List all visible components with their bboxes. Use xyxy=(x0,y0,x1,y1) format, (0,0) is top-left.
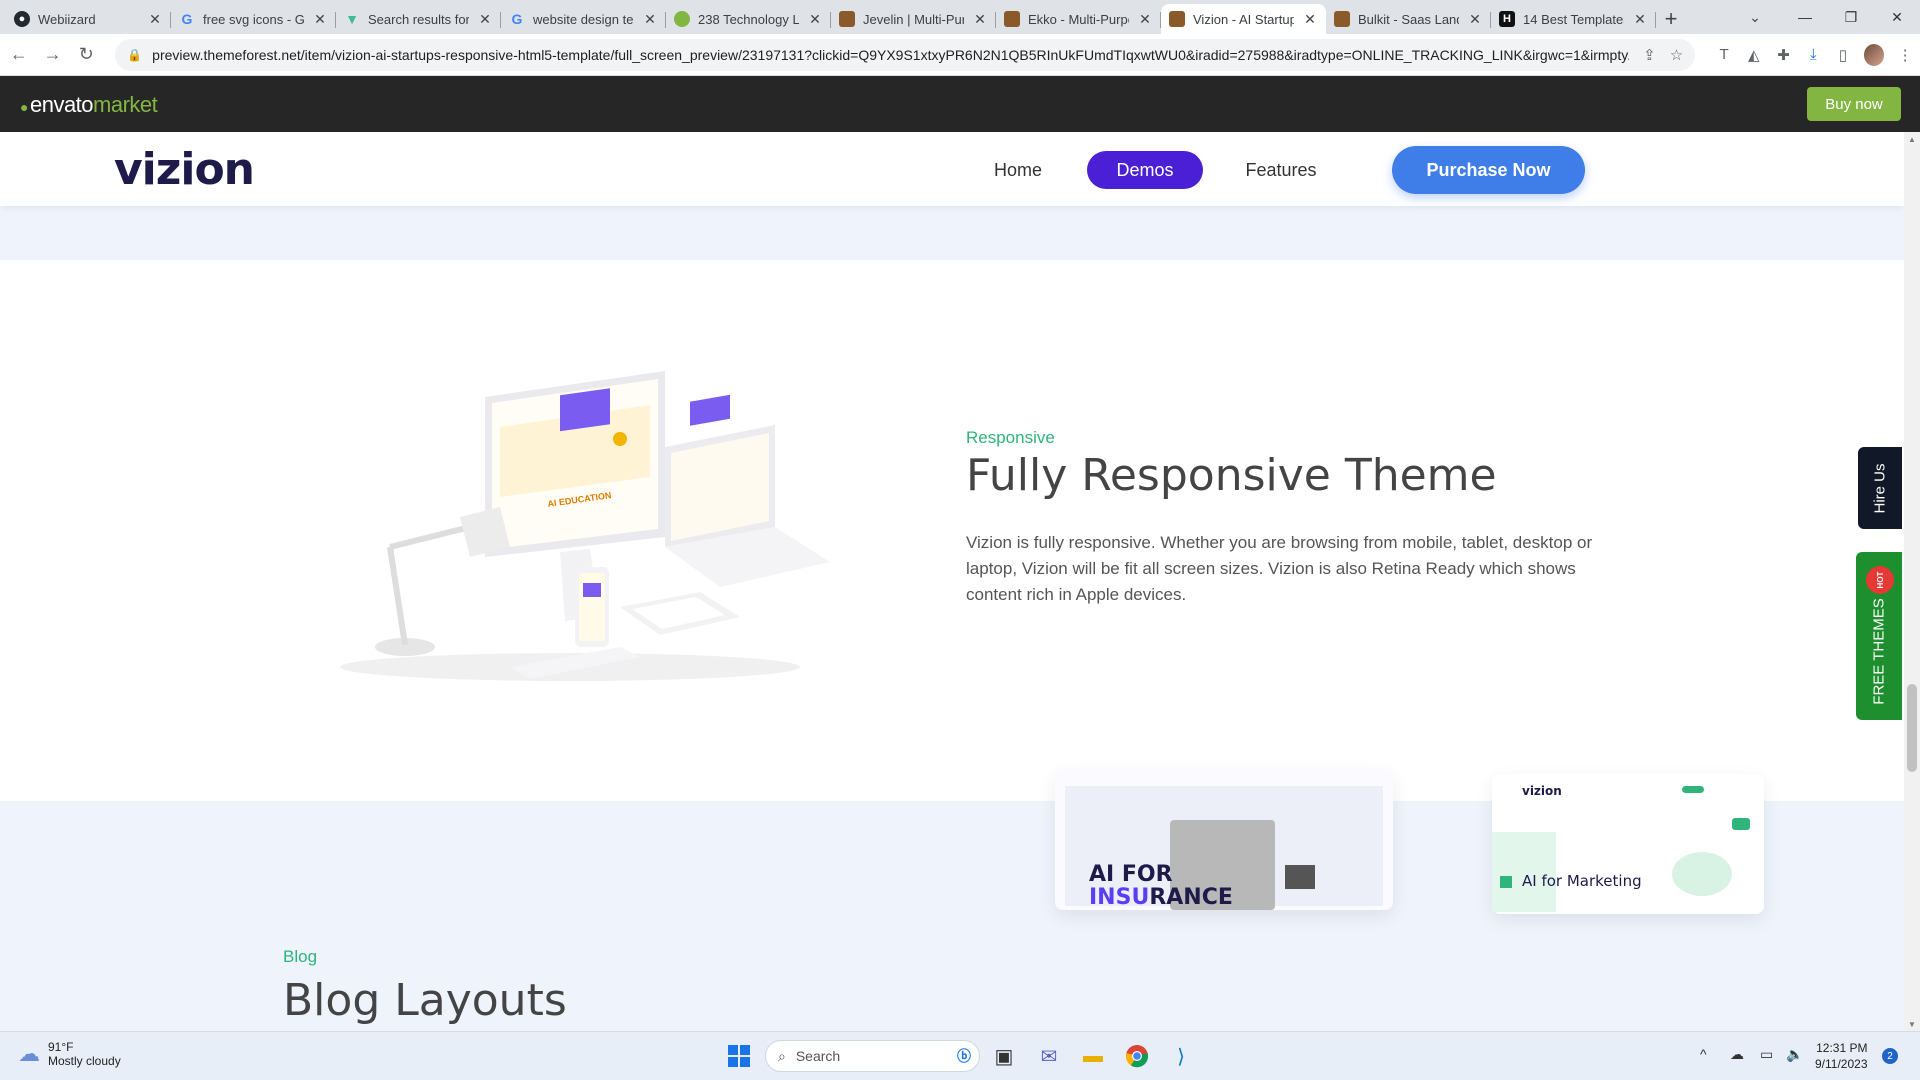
google-icon: G xyxy=(511,11,523,27)
extensions-puzzle-icon[interactable]: ✚ xyxy=(1769,39,1799,71)
forward-arrow-icon[interactable]: → xyxy=(38,39,68,71)
system-clock[interactable]: 12:31 PM 9/11/2023 xyxy=(1815,1040,1868,1072)
close-icon[interactable]: ✕ xyxy=(1137,11,1153,28)
teams-chat-icon[interactable]: ✉ xyxy=(1034,1041,1064,1071)
h-icon: H xyxy=(1499,11,1515,27)
browser-tab-strip: ● Webiizard ✕ G free svg icons - Go ✕ ▼ … xyxy=(0,0,1920,34)
close-icon[interactable]: ✕ xyxy=(1467,11,1483,28)
browser-tab[interactable]: ▼ Search results for ( ✕ xyxy=(336,4,501,34)
themeforest-icon xyxy=(1169,11,1185,27)
nav-home[interactable]: Home xyxy=(972,151,1064,189)
themeforest-icon xyxy=(839,11,855,27)
close-icon[interactable]: ✕ xyxy=(807,11,823,28)
scroll-down-icon[interactable]: ▼ xyxy=(1904,1017,1920,1031)
envato-leaf-icon xyxy=(674,11,690,27)
close-icon[interactable]: ✕ xyxy=(1302,11,1318,28)
close-icon[interactable]: ✕ xyxy=(1632,11,1648,28)
responsive-devices-illustration: AI EDUCATION xyxy=(340,371,830,681)
close-window-icon[interactable]: ✕ xyxy=(1874,0,1920,34)
envato-preview-bar: ●envatomarket Buy now xyxy=(0,76,1920,132)
address-toolbar: ← → ↻ 🔒 preview.themeforest.net/item/viz… xyxy=(0,34,1920,76)
profile-avatar[interactable] xyxy=(1863,43,1885,66)
browser-tab[interactable]: ● Webiizard ✕ xyxy=(6,4,171,34)
page-scrollbar[interactable]: ▲ ▼ xyxy=(1904,132,1920,1031)
chrome-icon[interactable] xyxy=(1122,1041,1152,1071)
browser-tab[interactable]: Jevelin | Multi-Purp ✕ xyxy=(831,4,996,34)
envato-leaf-icon: ● xyxy=(20,99,28,115)
themeforest-icon xyxy=(1334,11,1350,27)
lock-icon[interactable]: 🔒 xyxy=(127,48,142,62)
translate-extension-icon[interactable]: T xyxy=(1709,39,1739,71)
close-icon[interactable]: ✕ xyxy=(972,11,988,28)
windows-start-icon[interactable] xyxy=(724,1041,754,1071)
browser-tab[interactable]: G website design tem ✕ xyxy=(501,4,666,34)
buy-now-button[interactable]: Buy now xyxy=(1807,87,1901,121)
browser-tab-active[interactable]: Vizion - AI Startup ✕ xyxy=(1161,4,1326,34)
themeforest-icon xyxy=(1004,11,1020,27)
close-icon[interactable]: ✕ xyxy=(312,11,328,28)
close-icon[interactable]: ✕ xyxy=(147,11,163,28)
window-controls: — ❐ ✕ xyxy=(1782,0,1920,34)
bing-icon[interactable]: ⓑ xyxy=(957,1046,971,1066)
blog-heading: Blog Layouts xyxy=(283,975,567,1026)
cloudy-weather-icon: ☁ xyxy=(18,1041,40,1066)
search-icon: ⌕ xyxy=(778,1047,786,1064)
google-icon: G xyxy=(181,11,193,27)
bookmark-star-icon[interactable]: ☆ xyxy=(1670,46,1683,64)
nav-features[interactable]: Features xyxy=(1226,151,1336,189)
onedrive-icon[interactable]: ☁ xyxy=(1730,1046,1744,1063)
tablet-mockup xyxy=(620,592,740,635)
volume-icon[interactable]: 🔈 xyxy=(1786,1046,1803,1063)
envato-icon: ▼ xyxy=(345,11,359,27)
desk-lamp xyxy=(375,507,510,656)
network-icon[interactable]: ▭ xyxy=(1760,1046,1773,1063)
hot-badge: HOT xyxy=(1866,566,1894,594)
blog-thumbnail-insurance[interactable]: AI FOR INSURANCE xyxy=(1055,770,1393,910)
hire-us-tab[interactable]: Hire Us xyxy=(1858,447,1902,529)
envato-market-logo[interactable]: ●envatomarket xyxy=(20,92,158,118)
browser-tab[interactable]: Bulkit - Saas Landi ✕ xyxy=(1326,4,1491,34)
taskbar-search-input[interactable]: ⌕ Search ⓑ xyxy=(765,1040,980,1072)
github-icon: ● xyxy=(14,11,30,27)
scroll-up-icon[interactable]: ▲ xyxy=(1904,132,1920,146)
blog-thumbnail-marketing[interactable]: vizion AI for Marketing xyxy=(1492,774,1764,914)
browser-tab[interactable]: G free svg icons - Go ✕ xyxy=(171,4,336,34)
responsive-heading: Fully Responsive Theme xyxy=(966,450,1497,501)
tray-chevron-icon[interactable]: ^ xyxy=(1700,1046,1707,1062)
section-divider-band xyxy=(0,206,1904,260)
back-arrow-icon[interactable]: ← xyxy=(4,39,34,71)
scrollbar-thumb[interactable] xyxy=(1907,684,1917,772)
side-panel-icon[interactable]: ▯ xyxy=(1828,39,1858,71)
browser-tab[interactable]: 238 Technology La ✕ xyxy=(666,4,831,34)
download-icon[interactable]: ⤓ xyxy=(1798,39,1828,71)
browser-tab[interactable]: H 14 Best Templates ✕ xyxy=(1491,4,1656,34)
browser-tab[interactable]: Ekko - Multi-Purpo ✕ xyxy=(996,4,1161,34)
extension-icon[interactable]: ◭ xyxy=(1739,39,1769,71)
task-view-icon[interactable]: ▣ xyxy=(989,1041,1019,1071)
purchase-now-button[interactable]: Purchase Now xyxy=(1392,146,1585,194)
file-explorer-icon[interactable]: ▬ xyxy=(1078,1041,1108,1071)
minimize-icon[interactable]: — xyxy=(1782,0,1828,34)
notification-badge[interactable]: 2 xyxy=(1882,1048,1898,1064)
close-icon[interactable]: ✕ xyxy=(477,11,493,28)
blog-eyebrow: Blog xyxy=(283,947,318,966)
responsive-description: Vizion is fully responsive. Whether you … xyxy=(966,533,1593,604)
share-icon[interactable]: ⇪ xyxy=(1643,46,1656,64)
restore-icon[interactable]: ❐ xyxy=(1828,0,1874,34)
browser-menu-icon[interactable]: ⋮ xyxy=(1890,39,1920,71)
tab-search-chevron-icon[interactable]: ⌄ xyxy=(1740,0,1770,34)
responsive-eyebrow: Responsive xyxy=(966,428,1055,447)
laptop-mockup xyxy=(665,394,830,587)
new-tab-button[interactable]: + xyxy=(1656,4,1686,34)
close-icon[interactable]: ✕ xyxy=(642,11,658,28)
vscode-icon[interactable]: ⟩ xyxy=(1166,1041,1196,1071)
vizion-logo[interactable]: vizion xyxy=(114,144,255,195)
phone-mockup xyxy=(575,567,609,647)
url-input[interactable]: 🔒 preview.themeforest.net/item/vizion-ai… xyxy=(115,38,1696,71)
nav-demos[interactable]: Demos xyxy=(1087,151,1203,189)
weather-widget[interactable]: ☁ 91°F Mostly cloudy xyxy=(18,1040,121,1068)
windows-taskbar: ☁ 91°F Mostly cloudy ⌕ Search ⓑ ▣ ✉ ▬ ⟩ … xyxy=(0,1031,1920,1080)
reload-icon[interactable]: ↻ xyxy=(71,39,101,71)
site-header: vizion Home Demos Features Purchase Now xyxy=(0,132,1904,206)
